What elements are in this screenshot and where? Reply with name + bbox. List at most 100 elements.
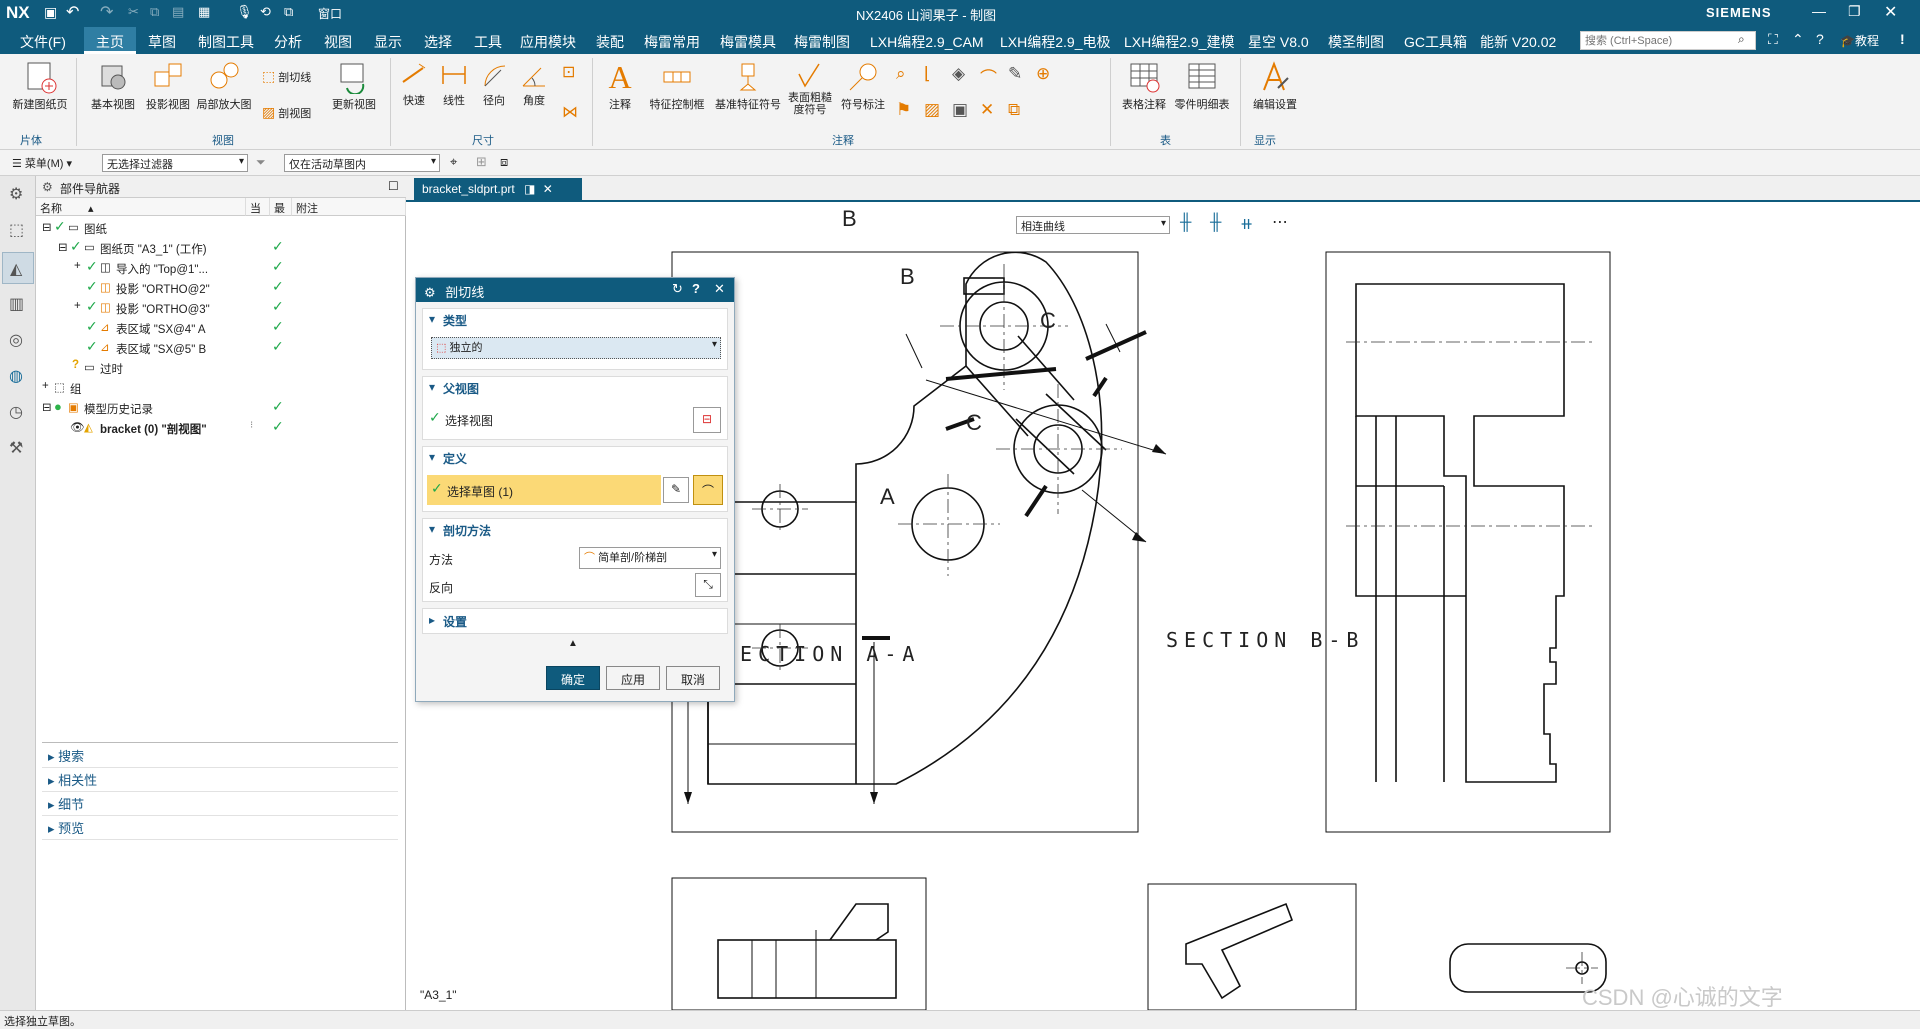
tree-row-bracket[interactable]: 👁 ◭ bracket (0) "剖视图" ⁝ ✓ bbox=[36, 418, 406, 438]
settings-icon[interactable]: ⚙ bbox=[9, 184, 23, 204]
collapse-dialog-icon[interactable]: ▲ bbox=[568, 638, 578, 649]
collapse-icon[interactable]: ⊟ bbox=[58, 240, 68, 254]
menu-analysis[interactable]: 分析 bbox=[274, 32, 302, 52]
menu-select[interactable]: 选择 bbox=[424, 32, 452, 52]
apply-button[interactable]: 应用 bbox=[606, 666, 660, 690]
chamfer-dimension-icon[interactable]: ⋈ bbox=[562, 102, 578, 122]
fcf-button[interactable]: 特征控制框 bbox=[646, 60, 708, 112]
select-sketch-row[interactable]: ✓ 选择草图 (1) bbox=[427, 475, 661, 505]
column-latest[interactable]: 最 bbox=[270, 198, 292, 216]
surface-finish-button[interactable]: 表面粗糙度符号 bbox=[786, 60, 834, 116]
ordinate-dimension-icon[interactable]: ⊡ bbox=[562, 62, 575, 82]
edit-annotation-icon[interactable]: ✎ bbox=[1008, 64, 1022, 84]
projected-view-button[interactable]: 投影视图 bbox=[140, 60, 196, 112]
menu-view[interactable]: 视图 bbox=[324, 32, 352, 52]
menu-applications[interactable]: 应用模块 bbox=[520, 32, 576, 52]
expand-icon[interactable]: + bbox=[74, 260, 81, 272]
search-icon[interactable]: ⌕ bbox=[1738, 32, 1745, 47]
note-button[interactable]: A 注释 bbox=[600, 60, 640, 112]
copy-icon[interactable]: ⧉ bbox=[150, 4, 159, 20]
paste-icon[interactable]: ▤ bbox=[172, 4, 184, 20]
hd3d-icon[interactable]: ◎ bbox=[9, 330, 23, 350]
datum-button[interactable]: 基准特征符号 bbox=[712, 60, 784, 112]
section-line-button[interactable]: ⬚ 剖切线 bbox=[262, 68, 311, 85]
reset-icon[interactable]: ↻ bbox=[672, 281, 683, 297]
menu-mosheng[interactable]: 模圣制图 bbox=[1328, 32, 1384, 52]
close-tab-icon[interactable]: ✕ bbox=[543, 182, 553, 196]
web-browser-icon[interactable]: ◍ bbox=[9, 366, 23, 386]
menu-drafting-tools[interactable]: 制图工具 bbox=[198, 32, 254, 52]
menu-meilei-drafting[interactable]: 梅雷制图 bbox=[794, 32, 850, 52]
menu-button[interactable]: ☰ 菜单(M) ▾ bbox=[12, 155, 72, 171]
tree-row-projection-3[interactable]: + ✓ ◫ 投影 "ORTHO@3" ✓ bbox=[36, 298, 406, 318]
cancel-button[interactable]: 取消 bbox=[666, 666, 720, 690]
section-view-button[interactable]: ▨ 剖视图 bbox=[262, 104, 311, 121]
cross-icon[interactable]: ✕ bbox=[980, 100, 994, 120]
help-icon[interactable]: ? bbox=[1816, 31, 1824, 47]
new-sheet-button[interactable]: 新建图纸页 bbox=[8, 60, 72, 112]
ok-button[interactable]: 确定 bbox=[546, 666, 600, 690]
region-icon[interactable]: ⧉ bbox=[1008, 100, 1020, 120]
document-tab[interactable]: bracket_sldprt.prt ◨ ✕ bbox=[414, 178, 582, 202]
eye-icon[interactable]: 👁 bbox=[70, 420, 85, 434]
window-menu[interactable]: 窗口 bbox=[318, 5, 342, 22]
menu-file[interactable]: 文件(F) bbox=[20, 32, 66, 52]
base-view-button[interactable]: 基本视图 bbox=[86, 60, 140, 112]
menu-xingkong[interactable]: 星空 V8.0 bbox=[1248, 32, 1309, 52]
tree-row-model-history[interactable]: ⊟ ● ▣ 模型历史记录 ✓ bbox=[36, 398, 406, 418]
detail-view-button[interactable]: 局部放大图 bbox=[196, 60, 252, 112]
menu-lxh-electrode[interactable]: LXH编程2.9_电极 bbox=[1000, 32, 1110, 52]
tree-row-outdated[interactable]: ? ▭ 过时 bbox=[36, 358, 406, 378]
menu-nengxin[interactable]: 能新 V20.02 bbox=[1480, 32, 1556, 52]
command-search-input[interactable] bbox=[1580, 31, 1756, 50]
image-icon[interactable]: ▣ bbox=[952, 100, 968, 120]
section-dependencies[interactable]: ▸ 相关性 bbox=[42, 770, 398, 792]
close-icon[interactable]: ✕ bbox=[1884, 2, 1897, 22]
symbol-label-button[interactable]: 符号标注 bbox=[838, 60, 888, 112]
weld-symbol-icon[interactable]: ⌊ bbox=[924, 64, 931, 84]
touch-mode-icon[interactable]: ⟲ bbox=[260, 4, 271, 20]
column-current[interactable]: 当 bbox=[246, 198, 270, 216]
table-note-button[interactable]: 表格注释 bbox=[1118, 60, 1170, 112]
edit-settings-button[interactable]: 编辑设置 bbox=[1248, 60, 1302, 112]
fullscreen-icon[interactable]: ⛶ bbox=[1768, 31, 1778, 48]
radial-dimension-button[interactable]: 径向 bbox=[476, 60, 512, 108]
tree-row-drawing[interactable]: ⊟ ✓ ▭ 图纸 bbox=[36, 218, 406, 238]
menu-assembly[interactable]: 装配 bbox=[596, 32, 624, 52]
linear-dimension-button[interactable]: 线性 bbox=[436, 60, 472, 108]
tree-row-sheet[interactable]: ⊟ ✓ ▭ 图纸页 "A3_1" (工作) ✓ bbox=[36, 238, 406, 258]
history-icon[interactable]: ◷ bbox=[9, 402, 23, 422]
menu-lxh-modeling[interactable]: LXH编程2.9_建模 bbox=[1124, 32, 1234, 52]
selection-scope-dropdown[interactable]: 仅在活动草图内 bbox=[284, 154, 440, 172]
hatch-icon[interactable]: ▨ bbox=[924, 100, 940, 120]
help-icon[interactable]: ? bbox=[692, 281, 700, 296]
centerline-icon[interactable]: ⌒ bbox=[980, 64, 997, 89]
filter-funnel-icon[interactable]: ⏷ bbox=[256, 155, 266, 170]
menu-tools[interactable]: 工具 bbox=[474, 32, 502, 52]
tree-row-imported-view[interactable]: + ✓ ◫ 导入的 "Top@1"... ✓ bbox=[36, 258, 406, 278]
close-dialog-icon[interactable]: ✕ bbox=[714, 281, 725, 297]
snap-point-icon[interactable]: ⌖ bbox=[450, 154, 457, 170]
type-dropdown[interactable]: ⬚ 独立的 bbox=[431, 337, 721, 359]
tree-row-table-region-b[interactable]: ✓ ⊿ 表区域 "SX@5" B ✓ bbox=[36, 338, 406, 358]
section-details[interactable]: ▸ 细节 bbox=[42, 794, 398, 816]
menu-home[interactable]: 主页 bbox=[84, 27, 136, 54]
menu-lxh-cam[interactable]: LXH编程2.9_CAM bbox=[870, 32, 984, 52]
section-search[interactable]: ▸ 搜索 bbox=[42, 746, 398, 768]
tree-row-groups[interactable]: + ⬚ 组 bbox=[36, 378, 406, 398]
fill-icon[interactable]: ◈ bbox=[952, 64, 965, 84]
method-dropdown[interactable]: ⌒ 简单剖/阶梯剖 bbox=[579, 547, 721, 569]
target-point-icon[interactable]: ⊕ bbox=[1036, 64, 1050, 84]
flag-icon[interactable]: ⚑ bbox=[896, 100, 911, 120]
quick-dimension-button[interactable]: 快速 bbox=[396, 60, 432, 108]
select-view-button[interactable]: ⊟ bbox=[693, 407, 721, 433]
column-notes[interactable]: 附注 bbox=[292, 198, 406, 216]
angular-dimension-button[interactable]: 角度 bbox=[516, 60, 552, 108]
restore-icon[interactable]: ❐ bbox=[1848, 3, 1861, 20]
select-intent-icon[interactable]: ⧈ bbox=[500, 154, 508, 170]
settings-section[interactable]: ▸ 设置 bbox=[422, 608, 728, 634]
menu-meilei-common[interactable]: 梅雷常用 bbox=[644, 32, 700, 52]
select-feature-icon[interactable]: ⊞ bbox=[476, 154, 487, 170]
collapse-icon[interactable]: ▾ bbox=[429, 522, 435, 536]
tutorial-link[interactable]: 🎓教程 bbox=[1840, 32, 1879, 49]
